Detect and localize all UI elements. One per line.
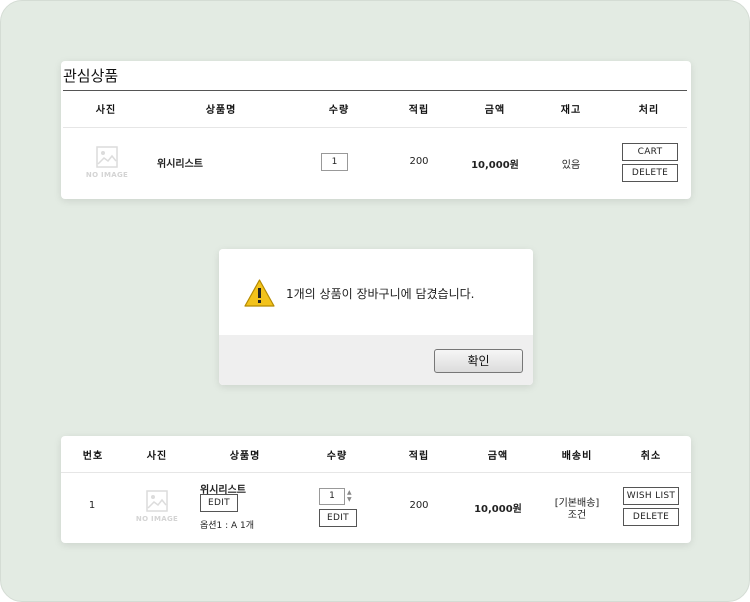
image-placeholder-icon <box>96 146 118 168</box>
header-number: 번호 <box>82 451 104 462</box>
quantity-down-icon[interactable]: ▼ <box>347 497 352 503</box>
header-cancel: 취소 <box>640 451 662 462</box>
move-to-wishlist-button[interactable]: WISH LIST <box>623 487 679 505</box>
header-product-name: 상품명 <box>229 451 261 462</box>
header-divider <box>61 472 691 473</box>
header-points: 적립 <box>408 451 430 462</box>
points-value: 200 <box>409 156 429 167</box>
cart-panel: 번호 사진 상품명 수량 적립 금액 배송비 취소 1 NO IMAGE 위시리… <box>61 436 691 543</box>
points-value: 200 <box>409 500 429 511</box>
header-price: 금액 <box>487 451 509 462</box>
product-thumbnail[interactable]: NO IMAGE <box>135 490 179 523</box>
header-shipping: 배송비 <box>561 451 593 462</box>
wishlist-panel: 관심상품 사진 상품명 수량 적립 금액 재고 처리 NO IMAGE 위시리스… <box>61 61 691 199</box>
shipping-condition: 조건 <box>567 510 587 521</box>
wishlist-title-divider <box>63 90 687 91</box>
header-product-name: 상품명 <box>205 105 237 116</box>
header-stock: 재고 <box>560 105 582 116</box>
header-photo: 사진 <box>95 105 117 116</box>
cart-delete-button[interactable]: DELETE <box>623 508 679 526</box>
product-option: 옵션1 : A 1개 <box>200 521 255 531</box>
warning-icon <box>244 279 275 307</box>
header-price: 금액 <box>484 105 506 116</box>
header-divider <box>63 127 687 128</box>
header-quantity: 수량 <box>326 451 348 462</box>
price-value: 10,000원 <box>471 160 519 171</box>
no-image-label: NO IMAGE <box>85 171 129 179</box>
wishlist-title: 관심상품 <box>63 67 119 85</box>
product-name-link[interactable]: 위시리스트 <box>157 155 203 170</box>
header-quantity: 수량 <box>328 105 350 116</box>
image-placeholder-icon <box>146 490 168 512</box>
delete-button[interactable]: DELETE <box>622 164 678 182</box>
alert-dialog: 1개의 상품이 장바구니에 담겼습니다. 확인 <box>219 249 533 385</box>
quantity-input[interactable]: 1 <box>321 153 348 171</box>
stock-value: 있음 <box>561 160 581 171</box>
option-edit-button[interactable]: EDIT <box>200 494 238 512</box>
row-number: 1 <box>88 500 96 511</box>
quantity-input[interactable]: 1 <box>319 488 345 505</box>
quantity-edit-button[interactable]: EDIT <box>319 509 357 527</box>
dialog-message: 1개의 상품이 장바구니에 담겼습니다. <box>286 287 475 301</box>
add-to-cart-button[interactable]: CART <box>622 143 678 161</box>
ok-button[interactable]: 확인 <box>434 349 523 373</box>
page-background: 관심상품 사진 상품명 수량 적립 금액 재고 처리 NO IMAGE 위시리스… <box>0 0 750 602</box>
no-image-label: NO IMAGE <box>135 515 179 523</box>
header-photo: 사진 <box>146 451 168 462</box>
header-action: 처리 <box>638 105 660 116</box>
price-value: 10,000원 <box>474 504 522 515</box>
product-thumbnail[interactable]: NO IMAGE <box>85 146 129 179</box>
header-points: 적립 <box>408 105 430 116</box>
